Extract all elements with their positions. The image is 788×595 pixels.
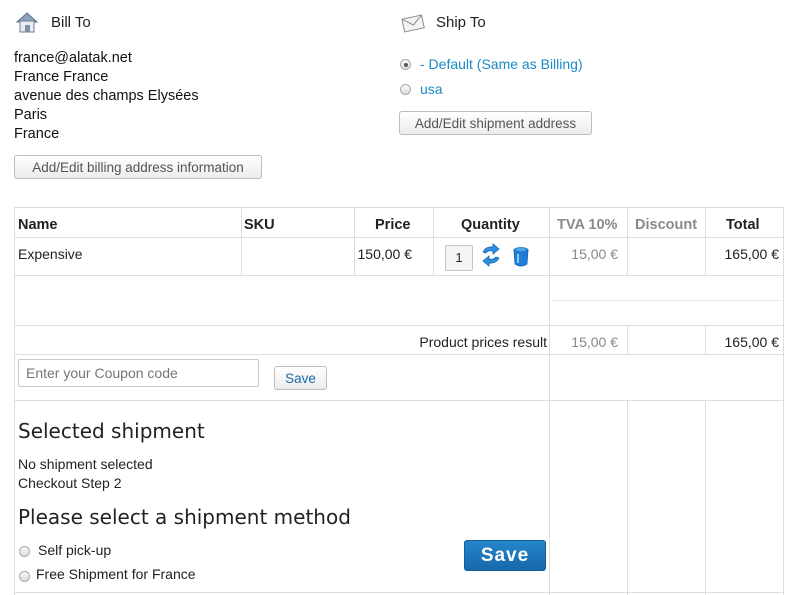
- self-pickup-radio[interactable]: [19, 546, 30, 557]
- billing-name: France France: [14, 69, 109, 85]
- result-total: 165,00 €: [724, 334, 780, 350]
- house-icon: [14, 9, 40, 35]
- edit-shipment-address-button[interactable]: Add/Edit shipment address: [399, 111, 592, 135]
- bill-to-title: Bill To: [51, 14, 91, 31]
- selected-shipment-heading: Selected shipment: [18, 419, 205, 443]
- header-price: Price: [375, 217, 411, 233]
- ship-option-usa-label[interactable]: usa: [420, 81, 443, 97]
- header-sku: SKU: [244, 217, 275, 233]
- header-quantity: Quantity: [461, 217, 520, 233]
- free-shipment-radio[interactable]: [19, 571, 30, 582]
- result-tax: 15,00 €: [571, 334, 618, 350]
- header-discount: Discount: [635, 217, 698, 233]
- ship-option-default-label[interactable]: - Default (Same as Billing): [420, 56, 583, 72]
- product-prices-result-label: Product prices result: [419, 334, 547, 350]
- shipment-method-heading: Please select a shipment method: [18, 505, 351, 529]
- ship-option-default-radio[interactable]: [400, 59, 411, 70]
- header-total: Total: [726, 217, 760, 233]
- billing-email: france@alatak.net: [14, 50, 132, 66]
- checkout-step: Checkout Step 2: [18, 475, 122, 491]
- billing-city: Paris: [14, 107, 48, 123]
- product-tax: 15,00 €: [571, 246, 618, 262]
- cart-header-row: Name SKU Price Quantity TVA 10% Discount…: [14, 208, 784, 237]
- header-name: Name: [18, 217, 58, 233]
- free-shipment-label[interactable]: Free Shipment for France: [36, 566, 196, 582]
- billing-street: avenue des champs Elysées: [14, 88, 199, 104]
- edit-billing-address-button[interactable]: Add/Edit billing address information: [14, 155, 262, 179]
- product-total: 165,00 €: [724, 246, 780, 262]
- ship-option-usa-radio[interactable]: [400, 84, 411, 95]
- shipment-status: No shipment selected: [18, 456, 153, 472]
- product-price: 150,00 €: [357, 246, 413, 262]
- envelope-icon: [400, 11, 426, 37]
- coupon-code-input[interactable]: [18, 359, 259, 387]
- billing-country: France: [14, 126, 60, 142]
- header-tax: TVA 10%: [557, 217, 618, 233]
- quantity-input[interactable]: 1: [445, 245, 473, 271]
- product-prices-result-row: Product prices result 15,00 € 165,00 €: [14, 326, 784, 354]
- self-pickup-label[interactable]: Self pick-up: [38, 542, 111, 558]
- product-name-link[interactable]: Expensive: [18, 246, 83, 262]
- delete-product-icon[interactable]: [512, 246, 530, 268]
- coupon-save-button[interactable]: Save: [274, 366, 327, 390]
- ship-to-title: Ship To: [436, 14, 486, 31]
- shipment-save-button[interactable]: Save: [464, 540, 546, 571]
- table-row: Expensive 150,00 € 1 15,00 € 165,00 €: [14, 238, 784, 275]
- update-quantity-icon[interactable]: [480, 243, 502, 267]
